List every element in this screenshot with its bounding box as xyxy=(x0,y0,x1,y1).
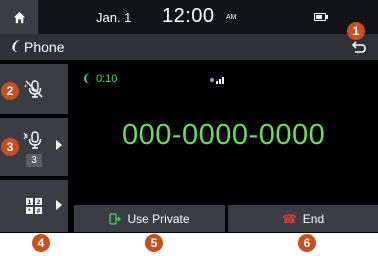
expand-arrow-icon xyxy=(56,200,62,210)
battery-cap xyxy=(326,15,328,19)
call-timer: 0:10 xyxy=(96,73,118,85)
phone-number: 000-0000-0000 xyxy=(122,119,326,151)
keypad-icon: 1 2 * # xyxy=(26,198,42,215)
back-button[interactable] xyxy=(348,37,370,57)
callout-2: 2 xyxy=(1,82,19,100)
phone-screen: Jan. 1 12:00 AM ❨ Phone 3 1 2 * # ❨ 0:10… xyxy=(0,0,378,233)
keypad-button[interactable]: 1 2 * # xyxy=(0,180,68,232)
callout-1: 1 xyxy=(347,22,365,40)
status-ampm: AM xyxy=(226,14,237,21)
page-title: Phone xyxy=(24,39,65,55)
active-call-icon: ❨ xyxy=(82,73,92,85)
callout-3: 3 xyxy=(1,138,19,156)
use-private-label: Use Private xyxy=(127,211,190,226)
status-time: 12:00 xyxy=(162,5,215,27)
end-call-button[interactable]: ☎ End xyxy=(228,205,378,232)
callout-5: 5 xyxy=(145,234,163,252)
callout-4: 4 xyxy=(32,234,50,252)
expand-arrow-icon xyxy=(56,140,62,150)
svg-text:1: 1 xyxy=(27,199,31,206)
svg-text:2: 2 xyxy=(36,199,40,206)
callout-6: 6 xyxy=(298,234,316,252)
microphone-volume-icon xyxy=(23,130,42,149)
end-call-label: End xyxy=(302,211,325,226)
battery-icon xyxy=(314,13,326,21)
microphone-volume-level: 3 xyxy=(26,153,42,167)
end-call-icon: ☎ xyxy=(281,211,297,226)
svg-text:#: # xyxy=(36,208,41,215)
title-bar: ❨ Phone xyxy=(0,34,378,60)
status-date: Jan. 1 xyxy=(96,10,132,25)
phone-icon: ❨ xyxy=(9,38,20,53)
bluetooth-signal-icon xyxy=(210,77,224,84)
back-icon xyxy=(351,41,366,53)
status-bar: Jan. 1 12:00 AM xyxy=(0,0,378,34)
home-button[interactable] xyxy=(0,0,38,34)
mute-microphone-icon xyxy=(24,80,43,98)
use-private-button[interactable]: Use Private xyxy=(74,205,225,232)
use-private-icon xyxy=(109,212,122,225)
home-icon xyxy=(13,11,25,23)
